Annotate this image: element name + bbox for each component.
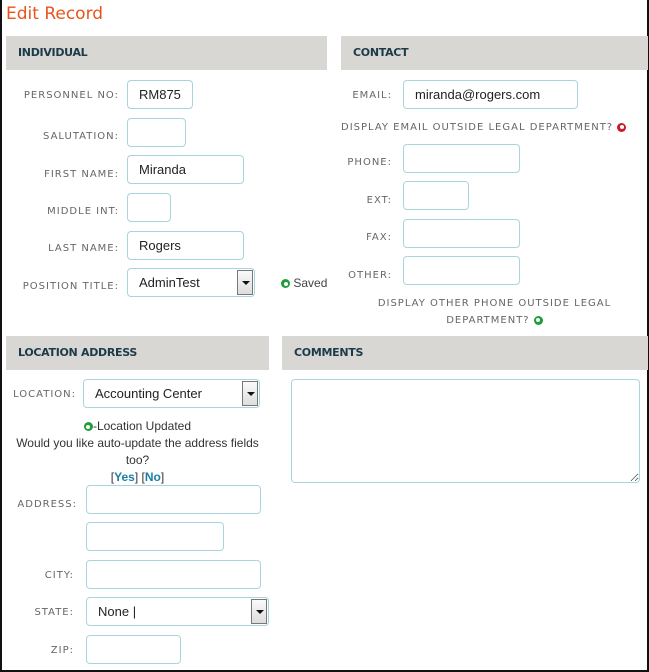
green-dot-icon — [83, 422, 93, 432]
position-title-value: AdminTest — [139, 275, 200, 290]
position-title-select[interactable]: AdminTest — [127, 268, 255, 297]
middle-int-input[interactable] — [127, 193, 171, 222]
state-label: STATE: — [34, 607, 74, 618]
other-label: OTHER: — [348, 270, 392, 281]
chevron-down-icon[interactable] — [237, 270, 253, 295]
individual-section-header: INDIVIDUAL — [6, 36, 327, 70]
address-line2-input[interactable] — [86, 522, 224, 551]
city-input[interactable] — [86, 560, 261, 589]
address-input[interactable] — [86, 485, 261, 514]
location-label: LOCATION: — [13, 389, 76, 400]
email-label: EMAIL: — [352, 90, 392, 101]
saved-status-text: Saved — [293, 276, 328, 290]
location-value: Accounting Center — [95, 386, 202, 401]
chevron-down-icon[interactable] — [251, 599, 267, 624]
other-input[interactable] — [403, 256, 520, 285]
display-other-label-line1: DISPLAY OTHER PHONE OUTSIDE LEGAL — [377, 298, 612, 309]
chevron-down-icon[interactable] — [242, 381, 258, 406]
location-select[interactable]: Accounting Center — [83, 379, 260, 408]
auto-update-prompt-line1: Would you like auto-update the address f… — [16, 436, 259, 450]
last-name-input[interactable]: Rogers — [127, 231, 244, 260]
city-label: CITY: — [44, 570, 74, 581]
phone-label: PHONE: — [347, 157, 392, 168]
fax-input[interactable] — [403, 219, 520, 248]
zip-input[interactable] — [86, 635, 181, 664]
state-select[interactable]: None | — [86, 597, 269, 626]
location-updated-msg: -Location Updated — [6, 419, 269, 433]
salutation-label: SALUTATION: — [43, 131, 119, 142]
green-dot-icon[interactable] — [533, 315, 543, 325]
address-label: ADDRESS: — [17, 499, 77, 510]
comments-section-header: COMMENTS — [282, 336, 648, 370]
position-title-label: POSITION TITLE: — [22, 281, 119, 292]
phone-input[interactable] — [403, 144, 520, 173]
fax-label: FAX: — [366, 232, 392, 243]
display-email-toggle-row: DISPLAY EMAIL OUTSIDE LEGAL DEPARTMENT? — [341, 122, 627, 133]
page-title: Edit Record — [6, 4, 104, 24]
auto-update-options: [Yes] [No] — [110, 470, 165, 484]
display-email-label: DISPLAY EMAIL OUTSIDE LEGAL DEPARTMENT? — [341, 122, 614, 133]
first-name-input[interactable]: Miranda — [127, 155, 244, 184]
email-input[interactable]: miranda@rogers.com — [403, 80, 578, 109]
ext-input[interactable] — [403, 181, 469, 210]
location-section-header: LOCATION ADDRESS — [6, 336, 269, 370]
location-updated-text: -Location Updated — [92, 419, 192, 433]
ext-label: EXT: — [366, 195, 392, 206]
salutation-input[interactable] — [127, 118, 186, 147]
zip-label: ZIP: — [50, 645, 74, 656]
comments-textarea[interactable] — [291, 379, 640, 483]
personnel-no-input[interactable]: RM875 — [127, 80, 193, 109]
auto-update-prompt-line2: too? — [125, 453, 150, 467]
state-value: None | — [98, 604, 137, 619]
first-name-label: FIRST NAME: — [44, 169, 119, 180]
green-dot-icon — [281, 279, 290, 289]
yes-link[interactable]: Yes — [114, 470, 135, 484]
no-link[interactable]: No — [145, 470, 161, 484]
display-other-toggle-row: DISPLAY OTHER PHONE OUTSIDE LEGAL DEPART… — [341, 295, 648, 329]
contact-section-header: CONTACT — [341, 36, 648, 70]
saved-status: Saved — [281, 276, 327, 290]
red-dot-icon[interactable] — [617, 122, 627, 132]
middle-int-label: MIDDLE INT: — [47, 206, 119, 217]
last-name-label: LAST NAME: — [48, 243, 119, 254]
display-other-label-line2: DEPARTMENT? — [446, 315, 530, 326]
personnel-no-label: PERSONNEL NO: — [23, 90, 119, 101]
